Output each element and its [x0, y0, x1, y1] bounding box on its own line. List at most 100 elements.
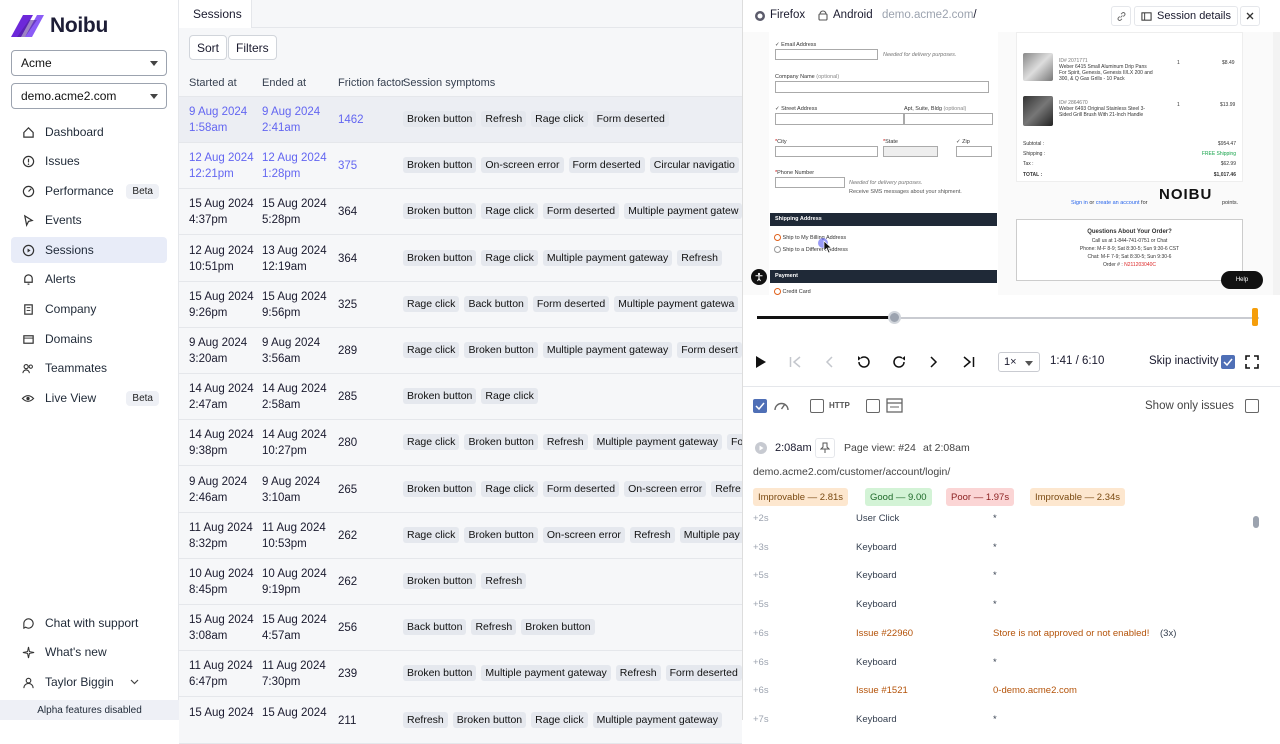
- event-item[interactable]: +7s Keyboard *: [753, 714, 1273, 728]
- symptom-chip: Broken button: [403, 203, 477, 220]
- help-button: Help: [1221, 271, 1263, 289]
- domain-select[interactable]: demo.acme2.com: [11, 83, 167, 109]
- pageview-url[interactable]: demo.acme2.com/customer/account/login/: [753, 466, 950, 478]
- rewind-button[interactable]: [855, 353, 873, 371]
- fullscreen-button[interactable]: [1245, 355, 1259, 369]
- skip-to-end-button[interactable]: [959, 353, 977, 371]
- console-icon: [886, 398, 903, 413]
- table-row[interactable]: 12 Aug 2024 12:21pm 12 Aug 2024 1:28pm 375 Br…: [179, 143, 742, 190]
- chat-support-link[interactable]: Chat with support: [11, 610, 167, 636]
- col-friction-factor[interactable]: Friction factor: [338, 77, 405, 89]
- issue-event[interactable]: +6s Issue #1521 0-demo.acme2.com: [753, 685, 1273, 699]
- nav-label: Live View: [45, 391, 97, 405]
- skip-to-start-button[interactable]: [786, 353, 804, 371]
- close-button[interactable]: [1240, 6, 1260, 26]
- nav-live-view[interactable]: Live View Beta: [11, 385, 167, 411]
- symptom-chip: On-screen error: [624, 480, 707, 497]
- symptom-chip: Multiple payment gatew: [624, 203, 742, 220]
- col-started-at[interactable]: Started at: [189, 77, 237, 89]
- play-button[interactable]: [752, 353, 770, 371]
- table-row[interactable]: 15 Aug 2024 3:08am 15 Aug 2024 4:57am 256 Bac…: [179, 605, 742, 652]
- filters-button[interactable]: Filters: [228, 35, 277, 60]
- event-item[interactable]: +2s User Click *: [753, 513, 1273, 527]
- tab-sessions[interactable]: Sessions: [179, 0, 252, 28]
- table-row[interactable]: 15 Aug 2024 4:37pm 15 Aug 2024 5:28pm 364 Bro…: [179, 189, 742, 236]
- nav-domains[interactable]: Domains: [11, 326, 167, 352]
- total-value: $1,017.46: [1213, 172, 1236, 178]
- table-row[interactable]: 14 Aug 2024 9:38pm 14 Aug 2024 10:27pm 280 Ra…: [179, 420, 742, 467]
- session-details-button[interactable]: Session details: [1134, 6, 1238, 26]
- play-icon: [756, 356, 766, 368]
- table-row[interactable]: 9 Aug 2024 2:46am 9 Aug 2024 3:10am 265 Broke…: [179, 466, 742, 513]
- event-item[interactable]: +5s Keyboard *: [753, 599, 1273, 613]
- metric-badge-1: Improvable — 2.81s: [753, 488, 849, 506]
- event-detail: *: [993, 513, 997, 524]
- pin-button[interactable]: [815, 438, 835, 458]
- nav-performance[interactable]: Performance Beta: [11, 178, 167, 204]
- table-row[interactable]: 9 Aug 2024 3:20am 9 Aug 2024 3:56am 289 Rage …: [179, 328, 742, 374]
- skip-inactivity-checkbox[interactable]: [1221, 355, 1235, 369]
- nav-teammates[interactable]: Teammates: [11, 355, 167, 381]
- nav-issues[interactable]: Issues: [11, 148, 167, 174]
- replay-viewport[interactable]: ✓ Email Address Needed for delivery purp…: [743, 32, 1273, 295]
- nav-sessions[interactable]: Sessions: [11, 237, 167, 263]
- order-number: N211203040C: [1124, 262, 1156, 268]
- nav-label: Alerts: [45, 272, 76, 286]
- questions-line-2: Phone: M-F 8-9; Sat 8:30-5; Sun 9:30-6 C…: [1079, 246, 1180, 252]
- logo[interactable]: Noibu: [11, 14, 108, 38]
- event-item[interactable]: +6s Keyboard *: [753, 657, 1273, 671]
- start-date: 9 Aug 2024: [189, 337, 248, 349]
- url-path: /: [973, 9, 977, 21]
- event-list-scrollbar[interactable]: [1253, 516, 1259, 528]
- symptom-chip: Broken button: [403, 249, 477, 266]
- issue-event[interactable]: +6s Issue #22960 Store is not approved or …: [753, 628, 1273, 642]
- event-item[interactable]: +5s Keyboard *: [753, 570, 1273, 584]
- nav-events[interactable]: Events: [11, 207, 167, 233]
- item2-qty: 1: [1177, 102, 1180, 108]
- table-row[interactable]: 15 Aug 2024 9:26pm 15 Aug 2024 9:56pm 325 Rag…: [179, 281, 742, 328]
- sort-button[interactable]: Sort: [189, 35, 228, 60]
- timeline-handle[interactable]: [887, 311, 901, 324]
- table-row[interactable]: 15 Aug 2024 15 Aug 2024 211 Refresh Broken b…: [179, 697, 742, 744]
- table-row[interactable]: 11 Aug 2024 6:47pm 11 Aug 2024 7:30pm 239 Bro…: [179, 651, 742, 698]
- session-replay-panel: Firefox Android demo.acme2.com/ Session …: [742, 0, 1280, 725]
- table-row[interactable]: 11 Aug 2024 8:32pm 11 Aug 2024 10:53pm 262 Ra…: [179, 512, 742, 559]
- apt-field: [904, 113, 993, 125]
- previous-event-button[interactable]: [820, 353, 838, 371]
- http-filter-checkbox[interactable]: [810, 399, 824, 413]
- end-date: 14 Aug 2024: [262, 429, 327, 442]
- start-time: 1:58am: [189, 122, 228, 134]
- show-only-issues-checkbox[interactable]: [1245, 399, 1259, 413]
- table-row[interactable]: 9 Aug 2024 1:58am 9 Aug 2024 2:41am 1462 Brok…: [179, 97, 742, 143]
- speed-select[interactable]: 1×: [998, 352, 1040, 372]
- nav-company[interactable]: Company: [11, 296, 167, 322]
- user-menu[interactable]: Taylor Biggin: [11, 669, 167, 695]
- http-filter-label: HTTP: [829, 401, 850, 410]
- accessibility-icon[interactable]: [751, 269, 767, 285]
- console-filter-checkbox[interactable]: [866, 399, 880, 413]
- nav-dashboard[interactable]: Dashboard: [11, 119, 167, 145]
- table-row[interactable]: 12 Aug 2024 10:51pm 13 Aug 2024 12:19am 364 B…: [179, 235, 742, 282]
- details-icon: [1141, 11, 1152, 21]
- col-ended-at[interactable]: Ended at: [262, 77, 306, 89]
- event-item[interactable]: +3s Keyboard *: [753, 542, 1273, 556]
- symptom-chip: Refresh: [542, 434, 588, 451]
- tax-value: $62.99: [1220, 161, 1236, 167]
- copy-link-button[interactable]: [1111, 6, 1131, 26]
- symptom-chip: Form deserted: [532, 295, 610, 312]
- start-time: 3:08am: [189, 630, 228, 643]
- panel-scrollbar[interactable]: [1273, 32, 1280, 702]
- street-field: [775, 113, 904, 125]
- table-row[interactable]: 10 Aug 2024 8:45pm 10 Aug 2024 9:19pm 262 Bro…: [179, 559, 742, 605]
- next-event-button[interactable]: [925, 353, 943, 371]
- whats-new-link[interactable]: What's new: [11, 639, 167, 665]
- symptom-chip: Broken button: [403, 573, 477, 589]
- col-session-symptoms[interactable]: Session symptoms: [403, 77, 495, 89]
- nav-alerts[interactable]: Alerts: [11, 266, 167, 292]
- email-field: [775, 49, 878, 60]
- fast-forward-button[interactable]: [890, 353, 908, 371]
- org-select[interactable]: Acme: [11, 50, 167, 76]
- perf-filter-checkbox[interactable]: [753, 399, 767, 413]
- table-row[interactable]: 14 Aug 2024 2:47am 14 Aug 2024 2:58am 285 Bro…: [179, 374, 742, 421]
- symptom-chip: Form desert: [677, 342, 742, 358]
